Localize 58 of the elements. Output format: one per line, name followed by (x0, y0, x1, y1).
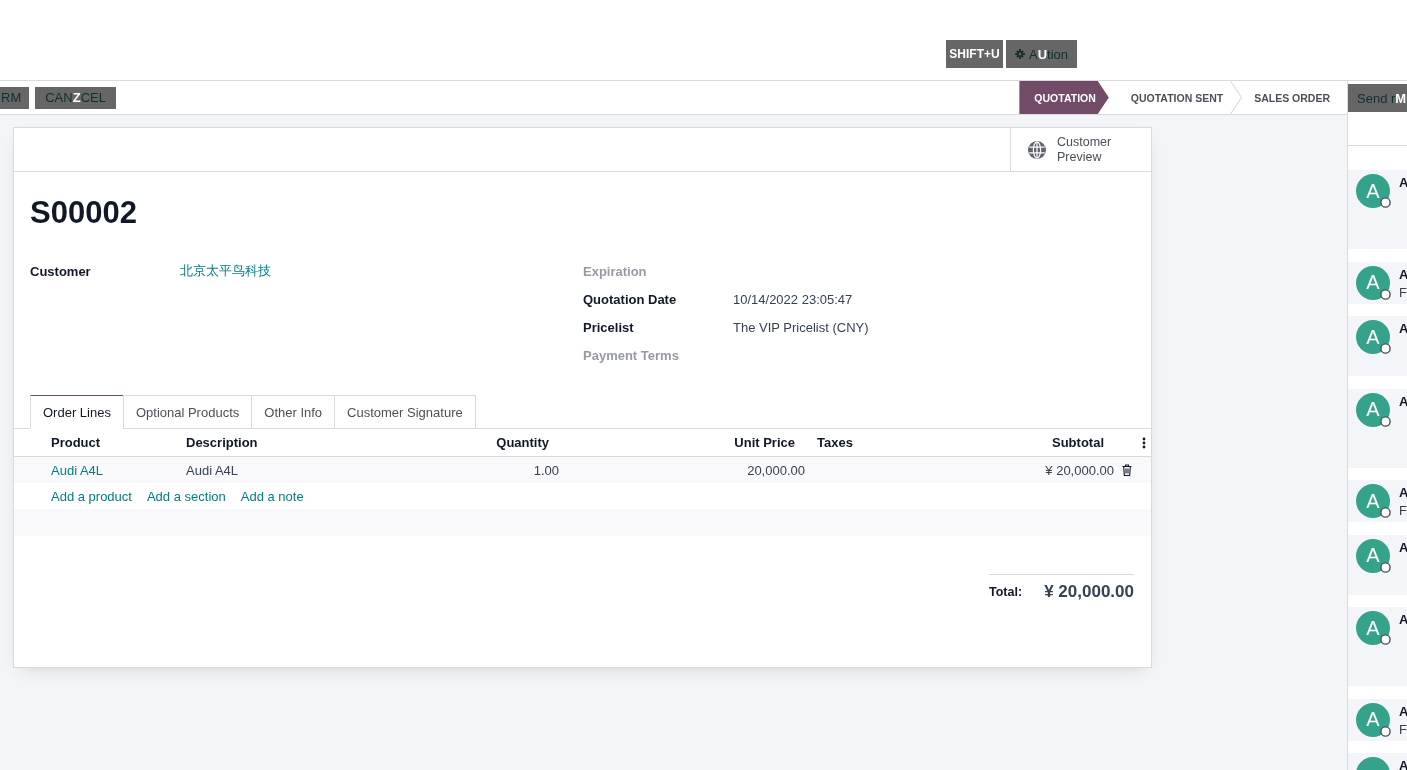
record-title: S00002 (30, 194, 137, 232)
field-label: Payment Terms (583, 347, 679, 363)
add-line-link[interactable]: Add a product (51, 488, 132, 504)
add-line-link[interactable]: Add a section (146, 488, 226, 504)
status-step[interactable]: SALES ORDER (1242, 81, 1345, 114)
column-header: Taxes (817, 435, 853, 450)
field-label: Quotation Date (583, 291, 677, 307)
avatar: A (1356, 392, 1390, 427)
table-cell: ¥ 20,000.00 (1045, 462, 1114, 478)
status-ring-icon (1380, 634, 1391, 645)
field-label: Pricelist (583, 319, 634, 335)
status-ring-icon (1380, 288, 1391, 300)
tab[interactable]: Customer Signature (334, 395, 476, 429)
status-ring-icon (1380, 343, 1391, 354)
avatar: A (1356, 611, 1390, 645)
message-text: F (1399, 720, 1407, 739)
header-button[interactable]: CANZCEL (35, 86, 116, 109)
avatar: A (1356, 320, 1390, 354)
tab[interactable]: Optional Products (122, 395, 253, 429)
globe-icon (1028, 140, 1046, 159)
product-link[interactable]: Audi A4L (51, 462, 104, 478)
status-ring-icon (1380, 507, 1391, 518)
table-cell: 1.00 (533, 462, 559, 478)
table-cell: 20,000.00 (747, 462, 805, 478)
field-label: Customer (30, 263, 91, 279)
column-header: Product (51, 435, 101, 450)
field-link[interactable]: 北京太平鸟科技 (180, 262, 271, 280)
field-label: Expiration (583, 263, 647, 279)
status-ring-icon (1380, 197, 1391, 208)
status-ring-icon (1380, 415, 1391, 427)
column-header: Unit Price (734, 435, 795, 450)
total-amount: ¥ 20,000.00 (1044, 581, 1134, 602)
field-value: 10/14/2022 23:05:47 (733, 291, 853, 307)
tab[interactable]: Order Lines (30, 395, 124, 429)
trash-icon[interactable] (1122, 464, 1132, 476)
avatar: A (1356, 702, 1390, 737)
stat-button[interactable]: Customer Preview (1010, 128, 1151, 171)
add-line-link[interactable]: Add a note (240, 488, 304, 504)
message-text: F (1399, 502, 1407, 520)
avatar: A (1356, 484, 1390, 518)
column-header: Subtotal (1052, 435, 1104, 450)
avatar: A (1356, 538, 1390, 573)
hotkey-hint: SHIFT+U (946, 40, 1003, 68)
total-label: Total: (989, 584, 1023, 599)
column-header: Description (186, 435, 258, 450)
column-header: Quantity (496, 435, 549, 450)
table-cell: Audi A4L (186, 462, 239, 478)
gear-icon (1015, 49, 1025, 59)
status-ring-icon (1380, 725, 1391, 737)
status-step[interactable]: QUOTATION (1019, 81, 1109, 114)
message-text: F (1399, 283, 1407, 302)
avatar: A (1356, 174, 1390, 208)
field-value: The VIP Pricelist (CNY) (733, 319, 869, 335)
status-ring-icon (1380, 561, 1391, 573)
send-button[interactable]: Send rM (1348, 84, 1407, 112)
action-button[interactable]: AUtion (1006, 40, 1078, 68)
kebab-icon[interactable] (1142, 436, 1146, 449)
avatar: A (1356, 265, 1390, 300)
